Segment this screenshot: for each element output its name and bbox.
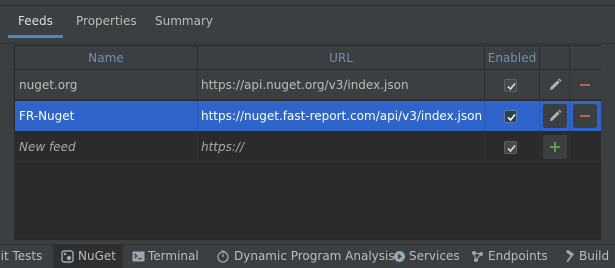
action-cell	[570, 132, 601, 162]
add-feed-button[interactable]	[543, 135, 567, 159]
enabled-cell	[485, 101, 540, 131]
tab-properties[interactable]: Properties	[76, 6, 137, 38]
dynamic-program-analysis-label: Dynamic Program Analysis	[234, 249, 395, 263]
enabled-checkbox[interactable]	[504, 141, 517, 154]
column-header-url[interactable]: URL	[198, 46, 485, 70]
enabled-checkbox[interactable]	[504, 110, 517, 123]
endpoints-label: Endpoints	[488, 249, 548, 263]
nuget-tab[interactable]: NuGet	[53, 245, 123, 268]
action-cell	[570, 70, 601, 100]
action-cell	[540, 101, 570, 131]
edit-feed-button[interactable]	[543, 73, 567, 97]
table-row[interactable]: New feed https://	[15, 132, 601, 162]
column-header-action	[570, 46, 601, 70]
column-header-action	[540, 46, 570, 70]
tab-summary[interactable]: Summary	[155, 6, 213, 38]
endpoints-icon	[472, 251, 483, 262]
action-cell	[570, 101, 601, 131]
timer-icon	[217, 250, 229, 263]
checkmark-icon	[507, 144, 516, 153]
remove-feed-button[interactable]	[573, 73, 597, 97]
hammer-icon	[565, 250, 574, 263]
minus-icon	[580, 84, 590, 86]
tab-feeds[interactable]: Feeds	[8, 6, 63, 38]
table-row[interactable]: nuget.org https://api.nuget.org/v3/index…	[15, 70, 601, 100]
column-header-name[interactable]: Name	[15, 46, 198, 70]
tool-window-bar: nit Tests NuGet Terminal Dynamic Program…	[0, 244, 615, 268]
new-feed-name-input[interactable]: New feed	[15, 132, 198, 162]
dynamic-program-analysis-tab[interactable]: Dynamic Program Analysis	[216, 245, 395, 268]
unit-tests-tab[interactable]: nit Tests	[0, 245, 52, 268]
feed-name[interactable]: FR-Nuget	[15, 101, 198, 131]
edit-feed-button[interactable]	[543, 104, 567, 128]
terminal-icon	[132, 251, 145, 262]
action-cell	[540, 70, 570, 100]
new-feed-url-input[interactable]: https://	[198, 132, 485, 162]
tab-bar: Feeds Properties Summary	[0, 6, 615, 44]
pencil-icon	[550, 78, 562, 90]
nuget-label: NuGet	[78, 249, 116, 263]
feeds-table: Name URL Enabled nuget.org https://api.n…	[14, 45, 601, 240]
terminal-label: Terminal	[148, 249, 199, 263]
plus-icon	[550, 142, 560, 152]
feed-url[interactable]: https://nuget.fast-report.com/api/v3/ind…	[198, 101, 485, 131]
table-row[interactable]: FR-Nuget https://nuget.fast-report.com/a…	[15, 101, 601, 131]
remove-feed-button[interactable]	[573, 104, 597, 128]
tab-divider	[0, 43, 615, 44]
build-label: Build	[579, 249, 610, 263]
enabled-cell	[485, 70, 540, 100]
unit-tests-label: nit Tests	[0, 249, 43, 263]
checkmark-icon	[507, 113, 516, 122]
enabled-checkbox[interactable]	[504, 79, 517, 92]
minus-icon	[580, 115, 590, 117]
action-cell	[540, 132, 570, 162]
pencil-icon	[550, 109, 562, 121]
nuget-icon	[61, 250, 74, 263]
endpoints-tab[interactable]: Endpoints	[471, 245, 551, 268]
checkmark-icon	[507, 82, 516, 91]
services-tab[interactable]: Services	[393, 245, 463, 268]
enabled-cell	[485, 132, 540, 162]
feed-name[interactable]: nuget.org	[15, 70, 198, 100]
column-header-enabled[interactable]: Enabled	[485, 46, 540, 70]
feed-url[interactable]: https://api.nuget.org/v3/index.json	[198, 70, 485, 100]
services-icon	[394, 251, 405, 262]
terminal-tab[interactable]: Terminal	[132, 245, 202, 268]
services-label: Services	[409, 249, 460, 263]
build-tab[interactable]: Build	[564, 245, 614, 268]
